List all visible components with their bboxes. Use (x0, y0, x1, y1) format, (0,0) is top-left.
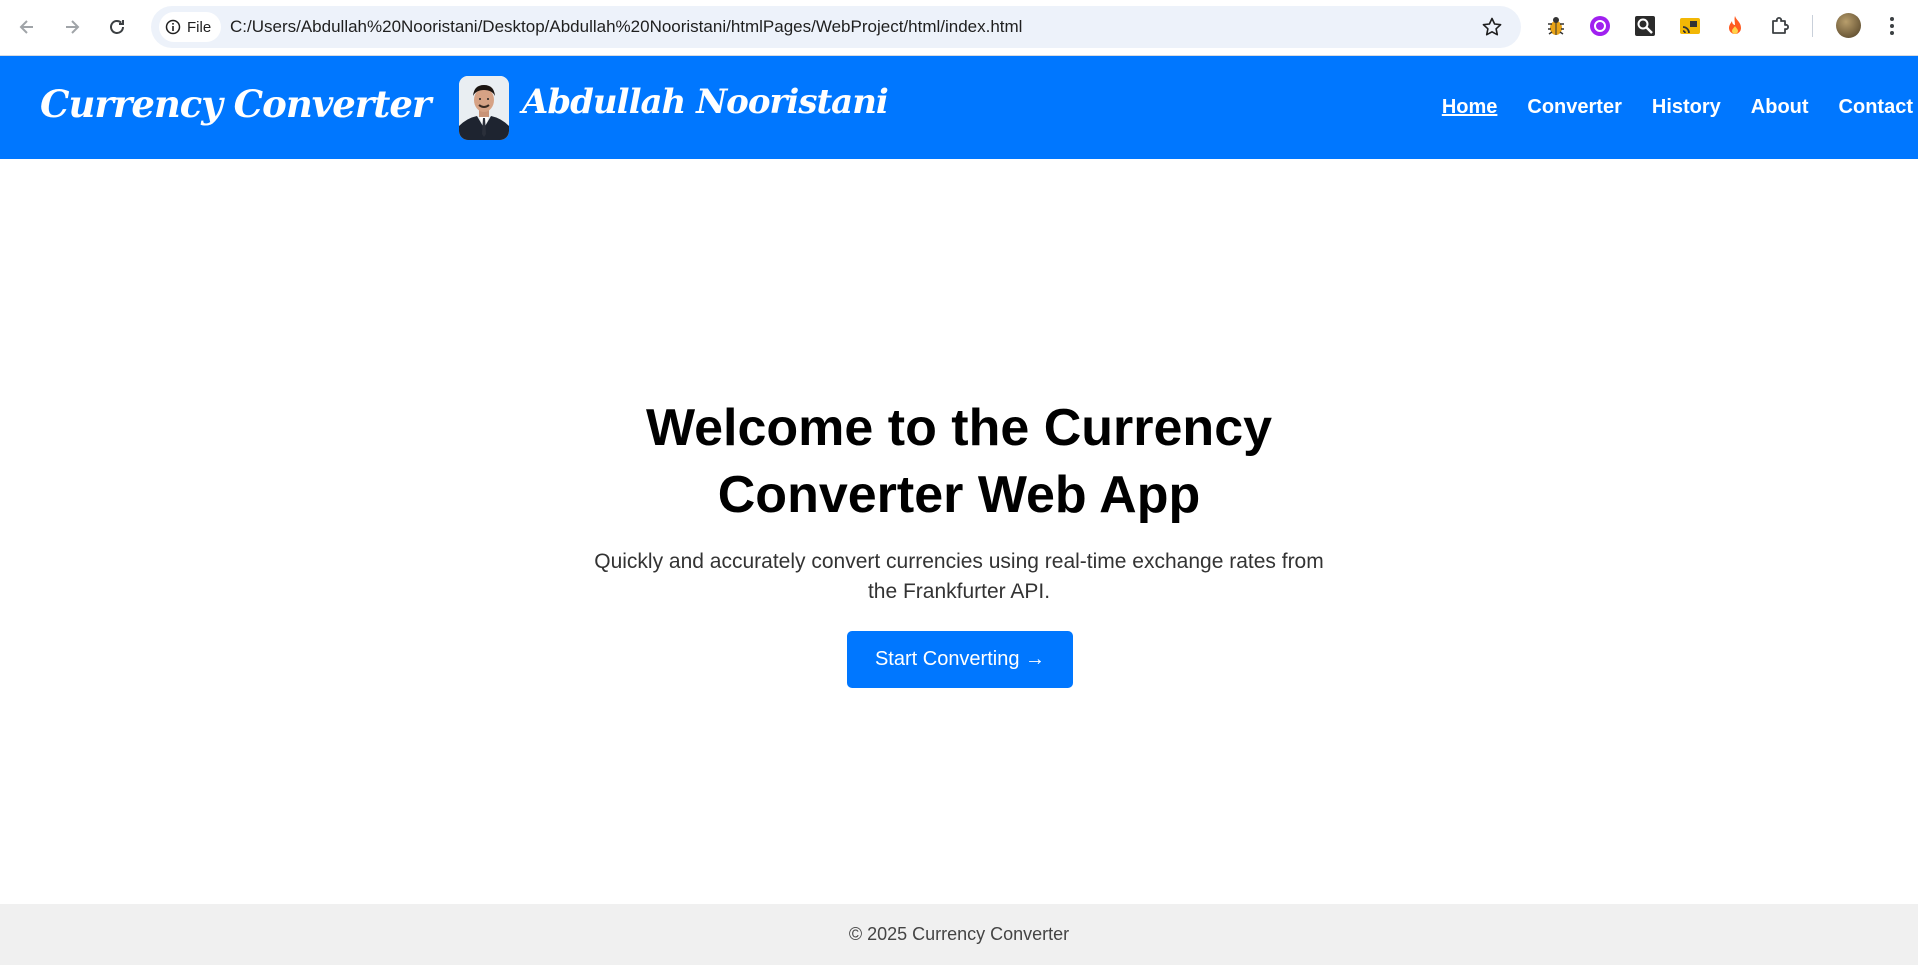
reload-button[interactable] (102, 12, 132, 42)
site-chip-label: File (187, 18, 212, 36)
main-navigation: Home Converter History About Contact (1412, 96, 1913, 119)
site-header: Currency Converter Abdullah Nooristani H… (0, 56, 1918, 159)
footer-copyright: © 2025 Currency Converter (848, 924, 1070, 944)
purple-circle-extension-icon[interactable] (1588, 14, 1612, 38)
hero-title: Welcome to the Currency Converter Web Ap… (645, 399, 1273, 524)
nav-link-about[interactable]: About (1751, 96, 1809, 119)
back-button[interactable] (12, 12, 42, 42)
nav-link-home[interactable]: Home (1442, 96, 1498, 119)
browser-profile-avatar[interactable] (1836, 13, 1861, 38)
hero-subtitle: Quickly and accurately convert currencie… (594, 550, 1324, 603)
browser-menu-icon[interactable] (1880, 13, 1904, 39)
arrow-right-icon (66, 20, 80, 34)
site-info-chip[interactable]: File (159, 12, 222, 42)
nav-link-converter[interactable]: Converter (1527, 96, 1621, 119)
bug-extension-icon[interactable] (1544, 14, 1568, 38)
address-bar[interactable]: File C:/Users/Abdullah%20Nooristani/Desk… (151, 6, 1521, 48)
nav-link-history[interactable]: History (1652, 96, 1721, 119)
reload-icon (110, 20, 124, 34)
info-icon (165, 19, 181, 35)
bookmark-star-icon[interactable] (1481, 16, 1503, 38)
toolbar-divider (1812, 15, 1813, 37)
flame-extension-icon[interactable] (1723, 14, 1747, 38)
site-footer: © 2025 Currency Converter (0, 904, 1918, 965)
url-text[interactable]: C:/Users/Abdullah%20Nooristani/Desktop/A… (230, 17, 1022, 37)
nav-link-contact[interactable]: Contact (1839, 96, 1913, 119)
start-converting-button[interactable]: Start Converting → (847, 631, 1073, 688)
arrow-left-icon (19, 20, 33, 34)
hero-section: Welcome to the Currency Converter Web Ap… (0, 159, 1918, 904)
forward-button[interactable] (57, 12, 87, 42)
magnifier-extension-icon[interactable] (1633, 14, 1657, 38)
browser-toolbar: File C:/Users/Abdullah%20Nooristani/Desk… (0, 0, 1918, 56)
cast-extension-icon[interactable] (1678, 14, 1702, 38)
author-photo (459, 76, 509, 140)
puzzle-extensions-icon[interactable] (1768, 14, 1792, 38)
author-name: Abdullah Nooristani (522, 82, 889, 122)
brand-logo-text[interactable]: Currency Converter (40, 82, 431, 126)
